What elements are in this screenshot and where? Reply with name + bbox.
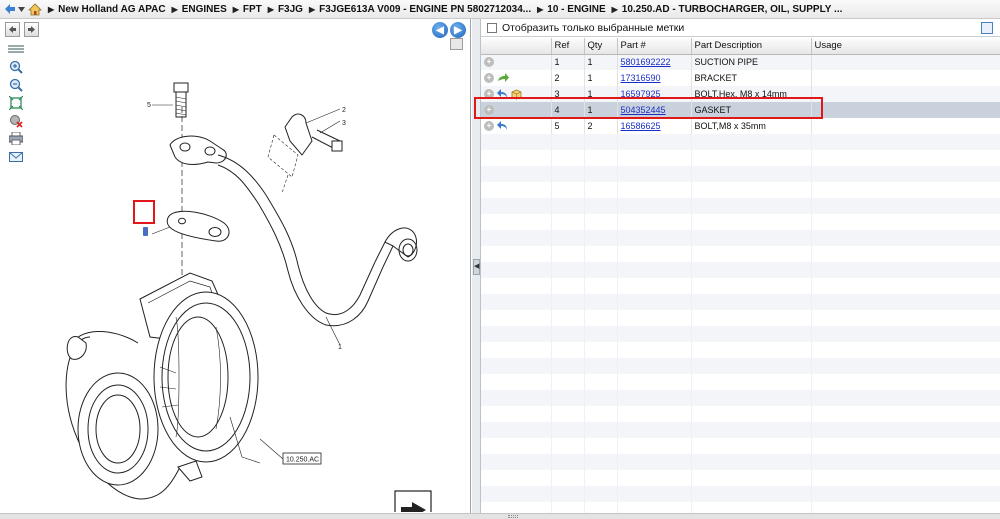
- reference-label: 10.250.AC: [286, 457, 319, 464]
- table-row[interactable]: + 5 2 16586625 BOLT,M8 x 35mm: [481, 118, 1000, 134]
- breadcrumb-item[interactable]: ▶ F3JG: [268, 4, 303, 15]
- col-header-icons: [481, 38, 552, 55]
- col-header-description[interactable]: Part Description: [691, 38, 812, 55]
- table-row[interactable]: + 1 1 5801692222 SUCTION PIPE: [481, 54, 1000, 70]
- arrow-left-icon: ◀: [436, 24, 444, 36]
- gasket-4-part[interactable]: [166, 210, 230, 242]
- highlighted-callout-4[interactable]: [143, 227, 148, 236]
- next-page-button[interactable]: [24, 22, 39, 37]
- print-icon[interactable]: [7, 130, 25, 147]
- row-usage: [811, 118, 1000, 134]
- row-description: SUCTION PIPE: [691, 54, 812, 70]
- selected-row-highlight-box: [474, 97, 823, 119]
- zoom-in-icon[interactable]: [7, 58, 25, 75]
- row-ref: 1: [551, 54, 585, 70]
- back-nav-icon[interactable]: [3, 2, 17, 16]
- row-usage: [811, 86, 1000, 102]
- nav-dropdown-icon[interactable]: [17, 2, 25, 16]
- vertical-toolbar: [7, 40, 25, 166]
- table-row[interactable]: + 2 1 17316590 BRACKET: [481, 70, 1000, 86]
- callout-3: 3: [342, 120, 346, 127]
- show-selected-only-checkbox[interactable]: [487, 22, 497, 33]
- fit-icon[interactable]: [7, 94, 25, 111]
- show-selected-only-label: Отобразить только выбранные метки: [502, 21, 685, 34]
- row-usage: [811, 102, 1000, 118]
- add-to-cart-icon[interactable]: +: [484, 121, 494, 131]
- breadcrumb-item[interactable]: ▶ FPT: [233, 4, 262, 15]
- col-header-ref[interactable]: Ref: [551, 38, 585, 55]
- arrow-right-icon: ▶: [454, 24, 462, 36]
- add-to-cart-icon[interactable]: +: [484, 73, 494, 83]
- callout-1: 1: [338, 344, 342, 351]
- row-ref: 5: [551, 118, 585, 134]
- drawing-highlight-box: [133, 200, 155, 224]
- part-number-link[interactable]: 5801692222: [621, 57, 671, 67]
- collapse-handle[interactable]: ◀: [473, 259, 480, 275]
- panel-splitter[interactable]: ◀: [472, 19, 481, 513]
- breadcrumb-item[interactable]: ▶ F3JGE613A V009 - ENGINE PN 5802712034..…: [309, 4, 531, 15]
- parts-list-panel: Отобразить только выбранные метки Ref Qt…: [481, 19, 1000, 518]
- row-qty: 1: [584, 70, 618, 86]
- breadcrumb-item[interactable]: ▶ ENGINES: [172, 4, 227, 15]
- email-icon[interactable]: [7, 148, 25, 165]
- part-number-link[interactable]: 17316590: [621, 73, 661, 83]
- turbocharger-part[interactable]: [65, 272, 261, 500]
- part-number-link[interactable]: 16586625: [621, 121, 661, 131]
- breadcrumb-item[interactable]: ▶ 10.250.AD - TURBOCHARGER, OIL, SUPPLY .…: [612, 4, 843, 15]
- filter-bar: Отобразить только выбранные метки: [481, 19, 1000, 37]
- row-description: BRACKET: [691, 70, 812, 86]
- breadcrumb-bar: ▶ New Holland AG APAC ▶ ENGINES ▶ FPT ▶ F3JG…: [0, 0, 1000, 19]
- next-drawing-button[interactable]: [394, 490, 432, 512]
- prev-page-button[interactable]: [5, 22, 20, 37]
- bracket-2-part[interactable]: [267, 113, 343, 194]
- drawing-panel: ◀ ▶ 5 1 2 3 10.250.AC: [0, 19, 471, 513]
- col-header-qty[interactable]: Qty: [584, 38, 618, 55]
- exploded-parts-drawing: 5 1 2 3 10.250.AC: [65, 82, 432, 512]
- row-qty: 1: [584, 54, 618, 70]
- forward-button[interactable]: ▶: [450, 22, 466, 38]
- row-ref: 2: [551, 70, 585, 86]
- blue-return-arrow-icon[interactable]: [497, 121, 508, 131]
- breadcrumb-item[interactable]: ▶ New Holland AG APAC: [48, 4, 166, 15]
- bolt-5-part[interactable]: [173, 82, 189, 118]
- table-header-row: Ref Qty Part # Part Description Usage: [481, 38, 1000, 55]
- zoom-out-icon[interactable]: [7, 76, 25, 93]
- callout-5: 5: [147, 102, 151, 109]
- callout-2: 2: [342, 107, 346, 114]
- col-header-usage[interactable]: Usage: [811, 38, 1000, 55]
- back-button[interactable]: ◀: [432, 22, 448, 38]
- row-usage: [811, 70, 1000, 86]
- resize-grip-icon[interactable]: [508, 515, 518, 518]
- panel-icon[interactable]: [981, 22, 993, 34]
- list-icon[interactable]: [7, 40, 25, 57]
- add-to-cart-icon[interactable]: +: [484, 57, 494, 68]
- row-qty: 2: [584, 118, 618, 134]
- clear-icon[interactable]: [7, 112, 25, 129]
- col-header-part[interactable]: Part #: [617, 38, 692, 55]
- row-usage: [811, 54, 1000, 70]
- breadcrumb-item[interactable]: ▶ 10 - ENGINE: [537, 4, 606, 15]
- bottom-resize-bar[interactable]: [0, 513, 1000, 519]
- green-arrow-icon[interactable]: [497, 73, 509, 83]
- home-icon[interactable]: [28, 2, 42, 16]
- row-description: BOLT,M8 x 35mm: [691, 118, 812, 134]
